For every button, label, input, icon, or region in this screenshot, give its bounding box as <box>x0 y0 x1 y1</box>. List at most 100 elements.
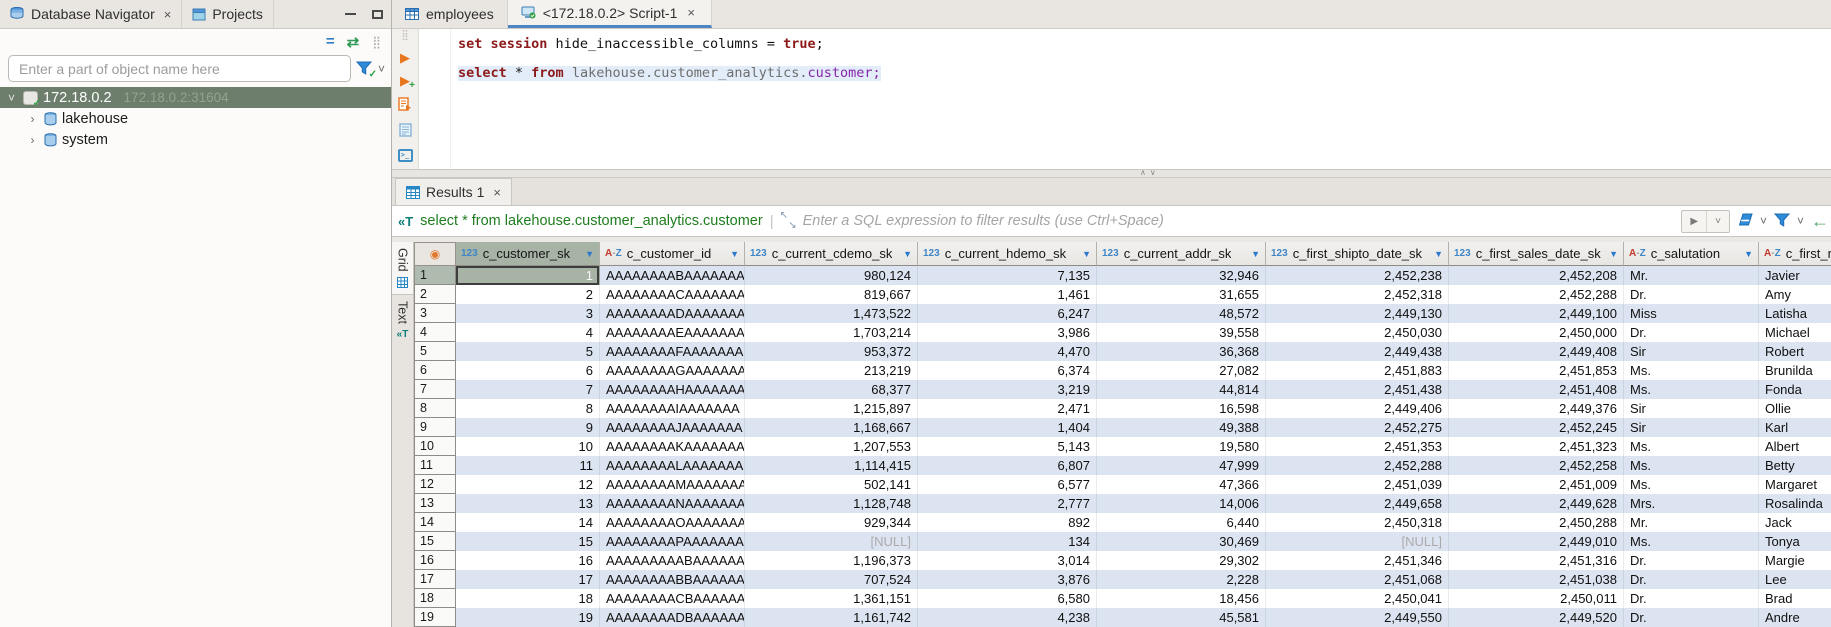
cell-c_current_hdemo_sk[interactable]: 3,219 <box>918 380 1097 399</box>
cell-c_first_sales_date_sk[interactable]: 2,449,628 <box>1449 494 1624 513</box>
cell-c_current_addr_sk[interactable]: 49,388 <box>1097 418 1266 437</box>
column-header-c_customer_sk[interactable]: 123c_customer_sk▼ <box>456 242 600 266</box>
cell-c_first_shipto_date_sk[interactable]: 2,451,353 <box>1266 437 1449 456</box>
cell-c_first_sales_date_sk[interactable]: 2,450,288 <box>1449 513 1624 532</box>
cell-c_first_sales_date_sk[interactable]: 2,449,520 <box>1449 608 1624 627</box>
close-icon[interactable]: × <box>687 6 695 19</box>
cell-c_first_na[interactable]: Robert <box>1759 342 1831 361</box>
cell-c_current_hdemo_sk[interactable]: 2,471 <box>918 399 1097 418</box>
cell-c_salutation[interactable]: Sir <box>1624 399 1759 418</box>
cell-c_first_na[interactable]: Brad <box>1759 589 1831 608</box>
minimize-icon[interactable] <box>345 13 356 15</box>
cell-c_first_sales_date_sk[interactable]: 2,449,010 <box>1449 532 1624 551</box>
cell-c_customer_id[interactable]: AAAAAAAALAAAAAAA <box>600 456 745 475</box>
apply-filter-button[interactable]: ▶ <box>1682 211 1706 232</box>
cell-c_current_cdemo_sk[interactable]: 707,524 <box>745 570 918 589</box>
sort-dropdown-icon[interactable]: ▼ <box>585 249 594 259</box>
select-all-corner[interactable]: ◉ <box>414 242 456 266</box>
cell-c_first_na[interactable]: Tonya <box>1759 532 1831 551</box>
cell-c_first_na[interactable]: Betty <box>1759 456 1831 475</box>
cell-c_current_addr_sk[interactable]: 16,598 <box>1097 399 1266 418</box>
cell-c_first_na[interactable]: Margie <box>1759 551 1831 570</box>
previous-page-icon[interactable]: ← <box>1811 211 1829 232</box>
column-header-c_first_sales_date_sk[interactable]: 123c_first_sales_date_sk▼ <box>1449 242 1624 266</box>
cell-c_salutation[interactable]: Ms. <box>1624 380 1759 399</box>
cell-c_current_addr_sk[interactable]: 19,580 <box>1097 437 1266 456</box>
row-number[interactable]: 8 <box>414 399 456 418</box>
cell-c_first_na[interactable]: Javier <box>1759 266 1831 285</box>
cell-c_first_shipto_date_sk[interactable]: 2,452,275 <box>1266 418 1449 437</box>
sort-dropdown-icon[interactable]: ▼ <box>903 249 912 259</box>
row-number[interactable]: 4 <box>414 323 456 342</box>
cell-c_first_shipto_date_sk[interactable]: 2,451,346 <box>1266 551 1449 570</box>
row-number[interactable]: 13 <box>414 494 456 513</box>
cell-c_current_cdemo_sk[interactable]: 980,124 <box>745 266 918 285</box>
maximize-icon[interactable] <box>372 10 383 19</box>
cell-c_salutation[interactable]: Miss <box>1624 304 1759 323</box>
cell-c_current_addr_sk[interactable]: 18,456 <box>1097 589 1266 608</box>
expander-icon[interactable]: ˅ <box>5 91 18 105</box>
cell-c_current_cdemo_sk[interactable]: 819,667 <box>745 285 918 304</box>
cell-c_customer_sk[interactable]: 1 <box>456 266 600 285</box>
row-number[interactable]: 15 <box>414 532 456 551</box>
cell-c_first_sales_date_sk[interactable]: 2,449,408 <box>1449 342 1624 361</box>
cell-c_current_cdemo_sk[interactable]: 1,161,742 <box>745 608 918 627</box>
cell-c_first_shipto_date_sk[interactable]: 2,452,238 <box>1266 266 1449 285</box>
cell-c_current_cdemo_sk[interactable]: 1,114,415 <box>745 456 918 475</box>
cell-c_first_shipto_date_sk[interactable]: 2,452,288 <box>1266 456 1449 475</box>
row-number[interactable]: 12 <box>414 475 456 494</box>
cell-c_current_cdemo_sk[interactable]: 929,344 <box>745 513 918 532</box>
cell-c_first_na[interactable]: Rosalinda <box>1759 494 1831 513</box>
cell-c_first_sales_date_sk[interactable]: 2,452,288 <box>1449 285 1624 304</box>
cell-c_first_na[interactable]: Brunilda <box>1759 361 1831 380</box>
cell-c_current_cdemo_sk[interactable]: 502,141 <box>745 475 918 494</box>
cell-c_customer_id[interactable]: AAAAAAAACBAAAAAA <box>600 589 745 608</box>
cell-c_current_addr_sk[interactable]: 30,469 <box>1097 532 1266 551</box>
cell-c_first_sales_date_sk[interactable]: 2,451,009 <box>1449 475 1624 494</box>
cell-c_current_addr_sk[interactable]: 45,581 <box>1097 608 1266 627</box>
column-header-c_current_hdemo_sk[interactable]: 123c_current_hdemo_sk▼ <box>918 242 1097 266</box>
cell-c_current_hdemo_sk[interactable]: 6,577 <box>918 475 1097 494</box>
cell-c_current_cdemo_sk[interactable]: 1,361,151 <box>745 589 918 608</box>
sort-dropdown-icon[interactable]: ▼ <box>1251 249 1260 259</box>
cell-c_customer_sk[interactable]: 12 <box>456 475 600 494</box>
cell-c_current_addr_sk[interactable]: 36,368 <box>1097 342 1266 361</box>
column-header-c_salutation[interactable]: A-Zc_salutation▼ <box>1624 242 1759 266</box>
filter-history-dropdown-icon[interactable]: ˅ <box>1706 211 1729 232</box>
cell-c_current_cdemo_sk[interactable]: 213,219 <box>745 361 918 380</box>
cell-c_customer_id[interactable]: AAAAAAAAIAAAAAAA <box>600 399 745 418</box>
cell-c_first_sales_date_sk[interactable]: 2,450,011 <box>1449 589 1624 608</box>
cell-c_customer_sk[interactable]: 11 <box>456 456 600 475</box>
terminal-icon[interactable]: >_ <box>398 149 413 162</box>
object-filter-input[interactable] <box>8 55 351 82</box>
cell-c_first_shipto_date_sk[interactable]: 2,451,039 <box>1266 475 1449 494</box>
cell-c_customer_id[interactable]: AAAAAAAADBAAAAAA <box>600 608 745 627</box>
cell-c_first_shipto_date_sk[interactable]: 2,450,041 <box>1266 589 1449 608</box>
cell-c_salutation[interactable]: Dr. <box>1624 570 1759 589</box>
cell-c_current_hdemo_sk[interactable]: 5,143 <box>918 437 1097 456</box>
side-tab-grid[interactable]: Grid <box>392 242 413 295</box>
row-number[interactable]: 7 <box>414 380 456 399</box>
expander-icon[interactable]: › <box>26 112 39 126</box>
cell-c_salutation[interactable]: Sir <box>1624 418 1759 437</box>
cell-c_first_na[interactable]: Jack <box>1759 513 1831 532</box>
cell-c_salutation[interactable]: Mrs. <box>1624 494 1759 513</box>
cell-c_customer_sk[interactable]: 5 <box>456 342 600 361</box>
cell-c_first_na[interactable]: Albert <box>1759 437 1831 456</box>
cell-c_first_sales_date_sk[interactable]: 2,451,038 <box>1449 570 1624 589</box>
row-number[interactable]: 10 <box>414 437 456 456</box>
cell-c_first_shipto_date_sk[interactable]: 2,450,318 <box>1266 513 1449 532</box>
row-number[interactable]: 18 <box>414 589 456 608</box>
cell-c_customer_sk[interactable]: 4 <box>456 323 600 342</box>
cell-c_customer_id[interactable]: AAAAAAAAPAAAAAAA <box>600 532 745 551</box>
cell-c_customer_id[interactable]: AAAAAAAABBAAAAAA <box>600 570 745 589</box>
cell-c_first_sales_date_sk[interactable]: 2,451,853 <box>1449 361 1624 380</box>
cell-c_first_sales_date_sk[interactable]: 2,451,316 <box>1449 551 1624 570</box>
row-number[interactable]: 19 <box>414 608 456 627</box>
cell-c_first_shipto_date_sk[interactable]: 2,451,068 <box>1266 570 1449 589</box>
cell-c_customer_sk[interactable]: 16 <box>456 551 600 570</box>
cell-c_customer_sk[interactable]: 8 <box>456 399 600 418</box>
cell-c_customer_id[interactable]: AAAAAAAAHAAAAAAA <box>600 380 745 399</box>
row-number[interactable]: 5 <box>414 342 456 361</box>
cell-c_first_sales_date_sk[interactable]: 2,452,245 <box>1449 418 1624 437</box>
